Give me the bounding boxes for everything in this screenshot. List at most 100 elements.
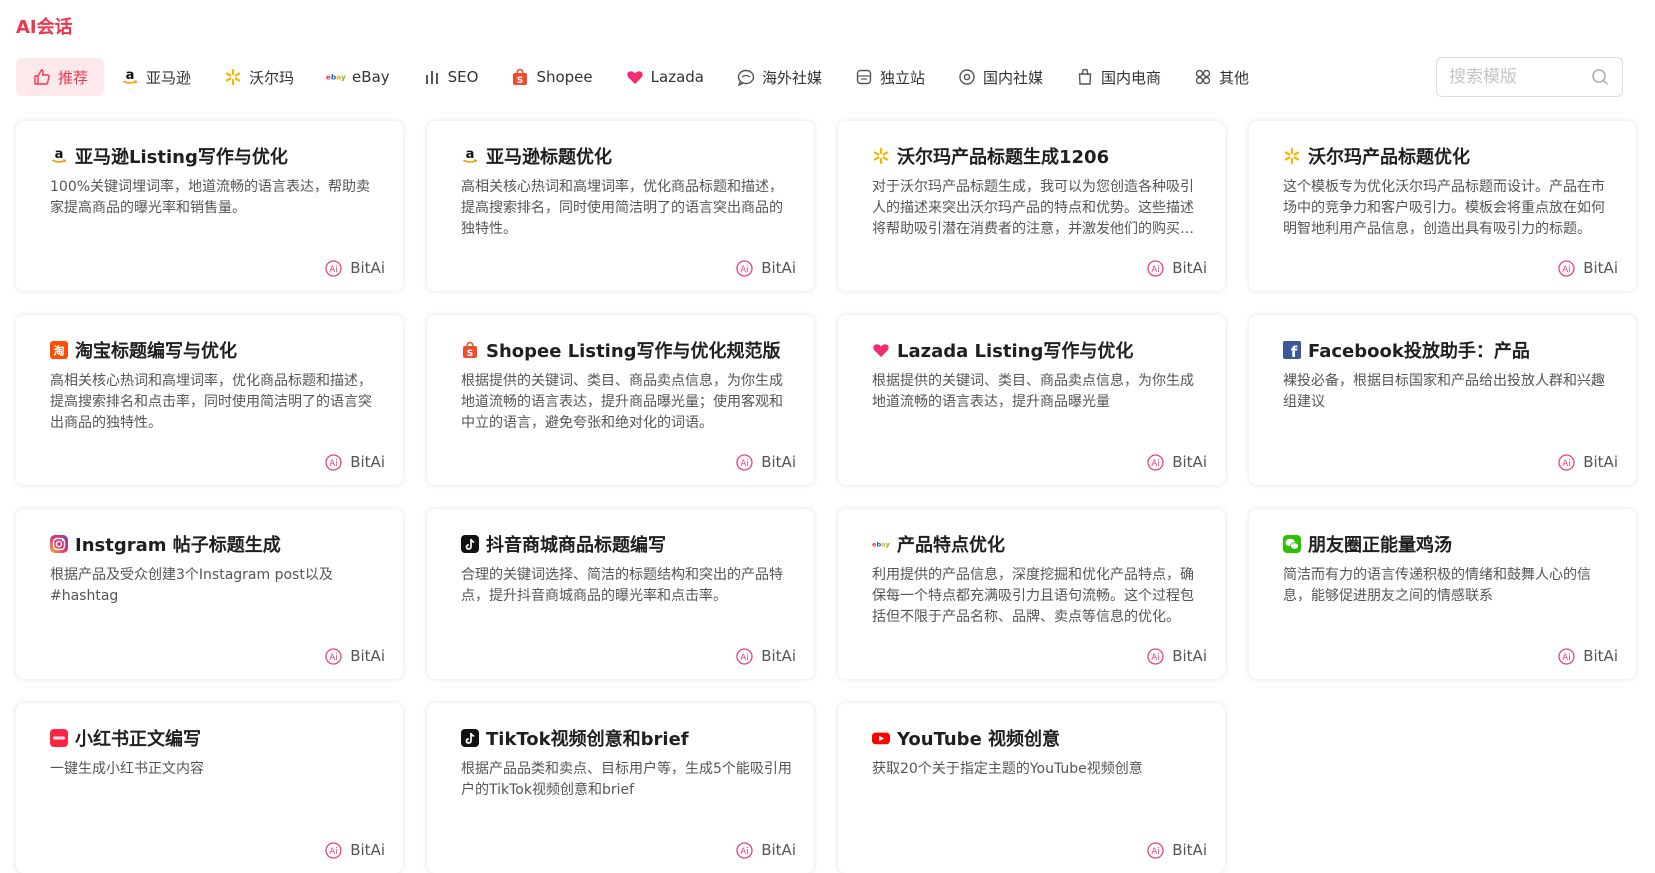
card-title: 小红书正文编写 [75, 729, 201, 750]
card-author: Ai BitAi [325, 647, 385, 665]
svg-text:S: S [467, 349, 473, 359]
card-header: 淘淘宝标题编写与优化 [50, 337, 385, 363]
author-name: BitAi [1172, 647, 1207, 665]
svg-text:淘: 淘 [54, 344, 65, 358]
bitai-logo-icon: Ai [1558, 647, 1575, 665]
card-description: 根据产品及受众创建3个Instagram post以及#hashtag [50, 567, 333, 604]
card-header: Lazada Listing写作与优化 [872, 337, 1207, 363]
svg-text:Ai: Ai [1152, 653, 1160, 663]
amazon-icon: a [461, 147, 479, 165]
template-card[interactable]: Lazada Listing写作与优化 根据提供的关键词、类目、商品卖点信息，为你… [838, 315, 1225, 485]
xiaohongshu-icon [50, 729, 68, 747]
template-card[interactable]: 淘淘宝标题编写与优化 高相关核心热词和高埋词率，优化商品标题和描述，提高搜索排名和… [16, 315, 403, 485]
ebay-icon: ebay [326, 67, 346, 87]
svg-text:Ai: Ai [1152, 847, 1160, 857]
svg-text:a: a [466, 147, 475, 162]
template-card[interactable]: 小红书正文编写 一键生成小红书正文内容 Ai BitAi [16, 703, 403, 873]
tab-10[interactable]: 国内电商 [1059, 58, 1177, 96]
wechat-icon [1283, 535, 1301, 553]
card-description: 100%关键词埋词率，地道流畅的语言表达，帮助卖家提高商品的曝光率和销售量。 [50, 179, 371, 216]
template-card[interactable]: S Shopee Listing写作与优化规范版 根据提供的关键词、类目、商品卖点信… [427, 315, 814, 485]
tab-5[interactable]: S Shopee [494, 58, 608, 96]
template-card[interactable]: a 亚马逊Listing写作与优化 100%关键词埋词率，地道流畅的语言表达，帮助卖… [16, 121, 403, 291]
tab-label: 国内电商 [1101, 68, 1162, 87]
tab-7[interactable]: 海外社媒 [720, 58, 838, 96]
tab-label: eBay [352, 68, 390, 86]
tab-11[interactable]: 其他 [1177, 58, 1265, 96]
card-author: Ai BitAi [736, 647, 796, 665]
card-description: 对于沃尔玛产品标题生成，我可以为您创造各种吸引人的描述来突出沃尔玛产品的特点和优… [872, 179, 1194, 237]
walmart-icon [1283, 147, 1301, 165]
author-name: BitAi [1583, 453, 1618, 471]
author-name: BitAi [1583, 647, 1618, 665]
card-author: Ai BitAi [1147, 453, 1207, 471]
tab-6[interactable]: Lazada [609, 58, 720, 96]
tab-3[interactable]: ebay eBay [310, 58, 406, 96]
svg-text:S: S [517, 76, 523, 86]
card-header: 朋友圈正能量鸡汤 [1283, 531, 1618, 557]
search-box[interactable] [1436, 57, 1623, 97]
tab-label: SEO [447, 68, 479, 86]
card-header: 小红书正文编写 [50, 725, 385, 751]
tab-1[interactable]: a 亚马逊 [104, 58, 207, 96]
author-name: BitAi [761, 647, 796, 665]
svg-text:Ai: Ai [330, 265, 338, 275]
walmart-icon [223, 67, 243, 87]
card-description: 高相关核心热词和高埋词率，优化商品标题和描述，提高搜索排名，同时使用简洁明了的语… [461, 179, 783, 237]
template-card[interactable]: YouTube 视频创意 获取20个关于指定主题的YouTube视频创意 Ai Bit… [838, 703, 1225, 873]
svg-text:f: f [1291, 343, 1298, 359]
storefront-icon [854, 67, 874, 87]
tab-label: 海外社媒 [761, 68, 822, 87]
card-header: YouTube 视频创意 [872, 725, 1207, 751]
template-card[interactable]: f Facebook投放助手：产品 裸投必备，根据目标国家和产品给出投放人群和兴趣组… [1249, 315, 1636, 485]
template-card[interactable]: 朋友圈正能量鸡汤 简洁而有力的语言传递积极的情绪和鼓舞人心的信息，能够促进朋友之间… [1249, 509, 1636, 679]
card-author: Ai BitAi [1558, 647, 1618, 665]
svg-text:Ai: Ai [741, 459, 749, 469]
template-card[interactable]: Instgram 帖子标题生成根据产品及受众创建3个Instagram post… [16, 509, 403, 679]
svg-text:Ai: Ai [1563, 459, 1571, 469]
template-card[interactable]: 抖音商城商品标题编写 合理的关键词选择、简洁的标题结构和突出的产品特点，提升抖音商… [427, 509, 814, 679]
svg-text:Ai: Ai [741, 847, 749, 857]
card-title: Instgram 帖子标题生成 [75, 535, 281, 556]
card-header: S Shopee Listing写作与优化规范版 [461, 337, 796, 363]
template-card[interactable]: TikTok视频创意和brief 根据产品品类和卖点、目标用户等，生成5个能吸引用… [427, 703, 814, 873]
walmart-icon [872, 147, 890, 165]
template-card[interactable]: ebay 产品特点优化 利用提供的产品信息，深度挖掘和优化产品特点，确保每一个特点都… [838, 509, 1225, 679]
author-name: BitAi [1583, 259, 1618, 277]
card-author: Ai BitAi [1558, 453, 1618, 471]
bitai-logo-icon: Ai [1558, 453, 1575, 471]
bitai-logo-icon: Ai [736, 259, 753, 277]
tab-4[interactable]: SEO [406, 58, 495, 96]
thumbs-up-icon [32, 67, 52, 87]
card-author: Ai BitAi [325, 841, 385, 859]
douyin-icon [461, 535, 479, 553]
svg-text:a: a [55, 147, 64, 162]
template-card[interactable]: 沃尔玛产品标题优化 这个模板专为优化沃尔玛产品标题而设计。产品在市场中的竞争力和客… [1249, 121, 1636, 291]
tab-9[interactable]: 国内社媒 [941, 58, 1059, 96]
tab-label: 推荐 [58, 68, 89, 87]
author-name: BitAi [350, 647, 385, 665]
ebay-icon: ebay [872, 535, 890, 553]
bitai-logo-icon: Ai [1147, 453, 1164, 471]
shopee-icon: S [510, 67, 530, 87]
tab-2[interactable]: 沃尔玛 [207, 58, 310, 96]
page-title: AI会话 [16, 17, 73, 38]
card-description: 这个模板专为优化沃尔玛产品标题而设计。产品在市场中的竞争力和客户吸引力。模板会将… [1283, 179, 1605, 237]
card-header: f Facebook投放助手：产品 [1283, 337, 1618, 363]
card-title: 抖音商城商品标题编写 [486, 535, 666, 556]
author-name: BitAi [761, 259, 796, 277]
svg-text:Ai: Ai [741, 265, 749, 275]
tab-8[interactable]: 独立站 [838, 58, 941, 96]
bitai-logo-icon: Ai [736, 453, 753, 471]
bitai-logo-icon: Ai [736, 841, 753, 859]
search-input[interactable] [1449, 67, 1590, 87]
card-author: Ai BitAi [1558, 259, 1618, 277]
search-icon[interactable] [1590, 67, 1610, 87]
youtube-icon [872, 729, 890, 747]
template-card[interactable]: a 亚马逊标题优化 高相关核心热词和高埋词率，优化商品标题和描述，提高搜索排名，同时… [427, 121, 814, 291]
author-name: BitAi [350, 453, 385, 471]
amazon-icon: a [120, 67, 140, 87]
card-description: 利用提供的产品信息，深度挖掘和优化产品特点，确保每一个特点都充满吸引力且语句流畅… [872, 567, 1194, 625]
template-card[interactable]: 沃尔玛产品标题生成1206 对于沃尔玛产品标题生成，我可以为您创造各种吸引人的描述… [838, 121, 1225, 291]
tab-0[interactable]: 推荐 [16, 58, 105, 96]
